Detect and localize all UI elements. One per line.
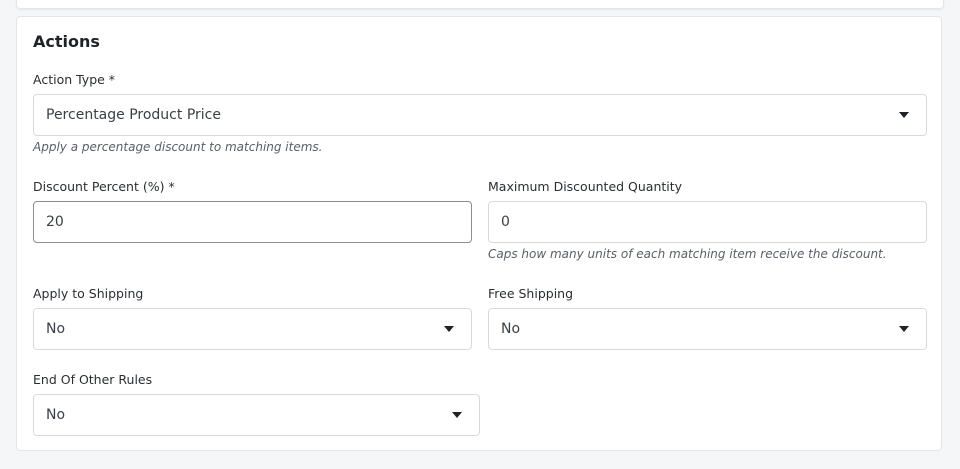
max-discounted-qty-label: Maximum Discounted Quantity: [488, 179, 683, 194]
discount-percent-value: 20: [46, 214, 64, 230]
action-type-select[interactable]: Percentage Product Price: [33, 94, 927, 136]
previous-section-card: [16, 0, 944, 9]
end-of-other-rules-value: No: [46, 407, 66, 423]
action-type-hint: Apply a percentage discount to matching …: [33, 140, 323, 154]
max-discounted-qty-input[interactable]: 0: [488, 201, 927, 243]
action-type-label: Action Type *: [33, 72, 116, 87]
chevron-down-icon: [452, 412, 462, 418]
apply-to-shipping-label: Apply to Shipping: [33, 286, 144, 301]
chevron-down-icon: [899, 112, 909, 118]
discount-percent-label: Discount Percent (%) *: [33, 179, 175, 194]
discount-percent-input[interactable]: 20: [33, 201, 472, 243]
chevron-down-icon: [444, 326, 454, 332]
max-discounted-qty-value: 0: [501, 214, 510, 230]
end-of-other-rules-select[interactable]: No: [33, 394, 480, 436]
chevron-down-icon: [899, 326, 909, 332]
actions-card: Actions Action Type * Percentage Product…: [16, 16, 942, 451]
section-title: Actions: [33, 32, 100, 51]
apply-to-shipping-select[interactable]: No: [33, 308, 472, 350]
free-shipping-value: No: [501, 321, 521, 337]
apply-to-shipping-value: No: [46, 321, 66, 337]
action-type-value: Percentage Product Price: [46, 107, 221, 123]
end-of-other-rules-label: End Of Other Rules: [33, 372, 153, 387]
free-shipping-select[interactable]: No: [488, 308, 927, 350]
free-shipping-label: Free Shipping: [488, 286, 574, 301]
max-discounted-qty-hint: Caps how many units of each matching ite…: [488, 247, 887, 261]
